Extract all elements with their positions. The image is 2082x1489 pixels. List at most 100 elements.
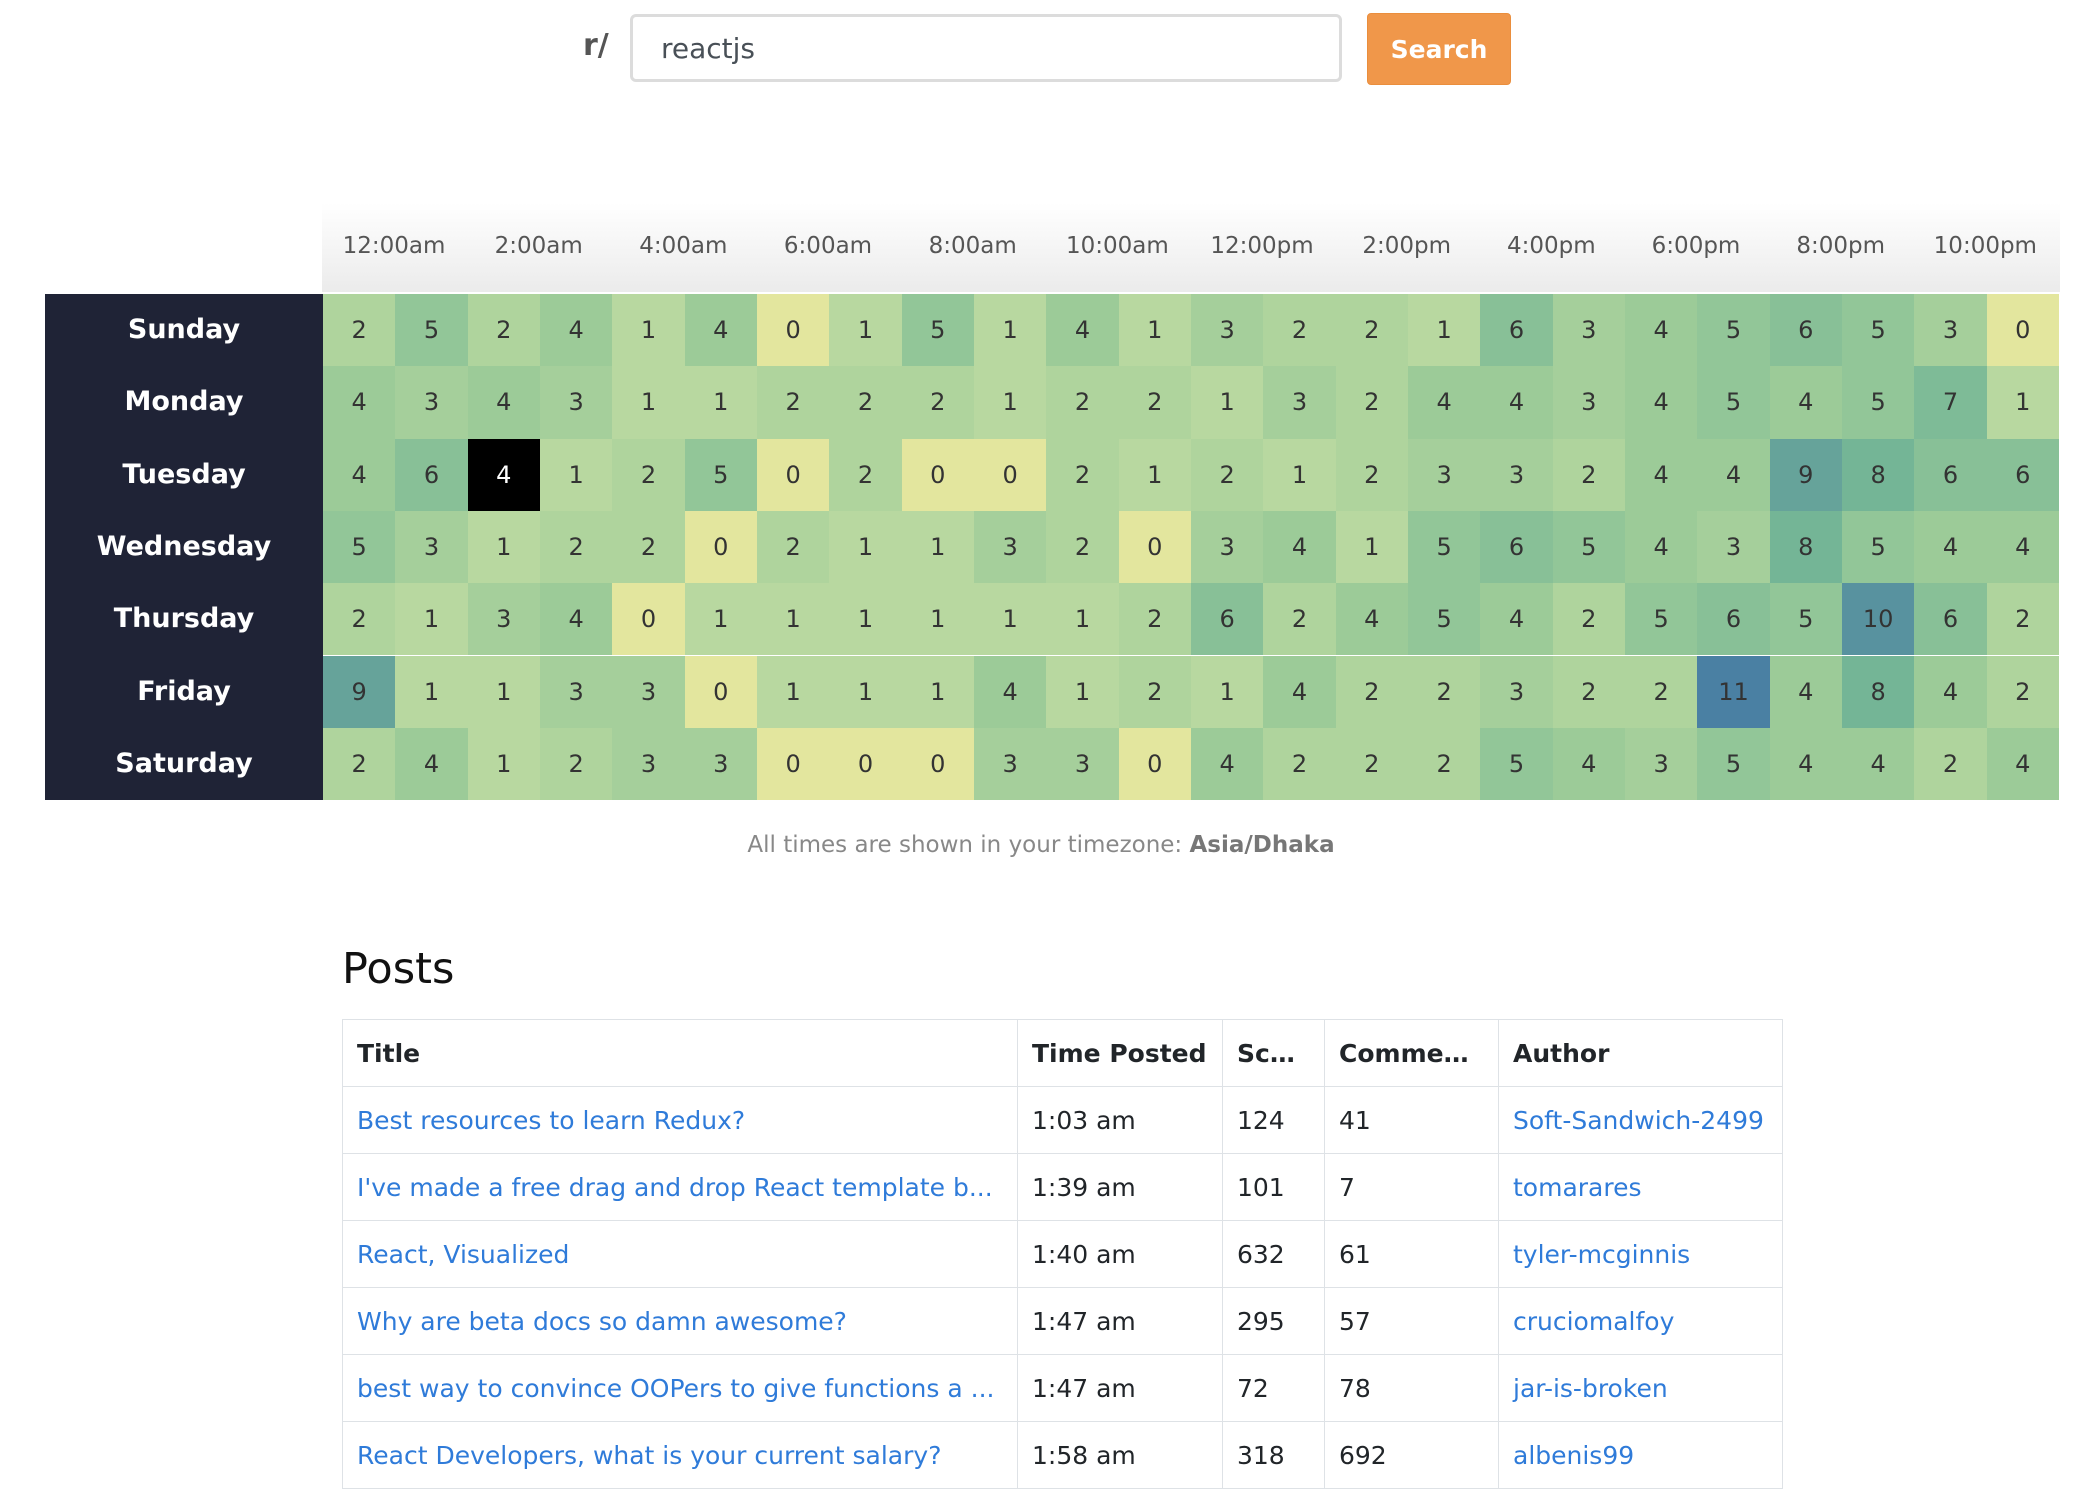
heatmap-cell[interactable]: 1 [1118,438,1191,511]
heatmap-cell[interactable]: 5 [395,294,468,367]
post-title-link[interactable]: React Developers, what is your current s… [357,1441,941,1470]
heatmap-cell[interactable]: 4 [1697,438,1770,511]
heatmap-cell[interactable]: 3 [1046,727,1119,801]
heatmap-cell[interactable]: 4 [1625,294,1698,367]
heatmap-cell[interactable]: 4 [467,438,540,511]
heatmap-cell[interactable]: 1 [974,583,1047,656]
heatmap-cell[interactable]: 2 [1335,294,1408,367]
heatmap-cell[interactable]: 5 [1408,583,1481,656]
heatmap-cell[interactable]: 2 [1335,366,1408,439]
heatmap-cell[interactable]: 3 [1552,294,1625,367]
author-link[interactable]: Soft-Sandwich-2499 [1513,1106,1764,1135]
heatmap-cell[interactable]: 2 [612,510,685,584]
heatmap-cell[interactable]: 0 [901,727,974,801]
heatmap-cell[interactable]: 2 [323,294,396,367]
heatmap-cell[interactable]: 2 [829,366,902,439]
heatmap-cell[interactable]: 1 [395,583,468,656]
heatmap-cell[interactable]: 4 [540,294,613,367]
author-link[interactable]: tyler-mcginnis [1513,1240,1690,1269]
heatmap-cell[interactable]: 6 [1191,583,1264,656]
heatmap-cell[interactable]: 3 [1480,438,1553,511]
heatmap-cell[interactable]: 2 [1408,727,1481,801]
heatmap-cell[interactable]: 0 [684,510,757,584]
heatmap-cell[interactable]: 2 [1263,583,1336,656]
author-link[interactable]: tomarares [1513,1173,1642,1202]
heatmap-cell[interactable]: 1 [1986,366,2059,439]
heatmap-cell[interactable]: 9 [1769,438,1842,511]
heatmap-cell[interactable]: 6 [1914,438,1987,511]
heatmap-cell[interactable]: 5 [1480,727,1553,801]
heatmap-cell[interactable]: 0 [612,583,685,656]
author-link[interactable]: albenis99 [1513,1441,1634,1470]
heatmap-cell[interactable]: 0 [829,727,902,801]
heatmap-cell[interactable]: 2 [1408,655,1481,728]
heatmap-cell[interactable]: 3 [1480,655,1553,728]
heatmap-cell[interactable]: 3 [1914,294,1987,367]
heatmap-cell[interactable]: 0 [757,727,830,801]
heatmap-cell[interactable]: 6 [1480,510,1553,584]
heatmap-cell[interactable]: 2 [1046,438,1119,511]
heatmap-cell[interactable]: 4 [1625,438,1698,511]
heatmap-cell[interactable]: 4 [1480,366,1553,439]
heatmap-cell[interactable]: 5 [1625,583,1698,656]
heatmap-cell[interactable]: 3 [395,510,468,584]
heatmap-cell[interactable]: 2 [1335,727,1408,801]
heatmap-cell[interactable]: 0 [1986,294,2059,367]
heatmap-cell[interactable]: 3 [1263,366,1336,439]
heatmap-cell[interactable]: 2 [540,510,613,584]
heatmap-cell[interactable]: 4 [1986,727,2059,801]
heatmap-cell[interactable]: 1 [974,294,1047,367]
heatmap-cell[interactable]: 10 [1842,583,1915,656]
heatmap-cell[interactable]: 3 [684,727,757,801]
heatmap-cell[interactable]: 4 [1263,655,1336,728]
heatmap-cell[interactable]: 4 [1769,655,1842,728]
heatmap-cell[interactable]: 4 [1046,294,1119,367]
heatmap-cell[interactable]: 4 [1769,727,1842,801]
heatmap-cell[interactable]: 1 [1335,510,1408,584]
heatmap-cell[interactable]: 2 [757,510,830,584]
heatmap-cell[interactable]: 5 [1697,727,1770,801]
heatmap-cell[interactable]: 4 [1408,366,1481,439]
heatmap-cell[interactable]: 2 [323,583,396,656]
heatmap-cell[interactable]: 4 [1914,510,1987,584]
heatmap-cell[interactable]: 0 [901,438,974,511]
heatmap-cell[interactable]: 1 [974,366,1047,439]
heatmap-cell[interactable]: 3 [974,510,1047,584]
heatmap-cell[interactable]: 4 [1552,727,1625,801]
post-title-link[interactable]: best way to convince OOPers to give func… [357,1374,994,1403]
heatmap-cell[interactable]: 2 [1046,510,1119,584]
heatmap-cell[interactable]: 2 [1986,655,2059,728]
heatmap-cell[interactable]: 3 [1625,727,1698,801]
heatmap-cell[interactable]: 4 [1842,727,1915,801]
author-link[interactable]: jar-is-broken [1513,1374,1668,1403]
heatmap-cell[interactable]: 4 [467,366,540,439]
heatmap-cell[interactable]: 1 [901,510,974,584]
heatmap-cell[interactable]: 5 [1769,583,1842,656]
heatmap-cell[interactable]: 4 [1986,510,2059,584]
heatmap-cell[interactable]: 2 [1118,655,1191,728]
heatmap-cell[interactable]: 1 [829,510,902,584]
heatmap-cell[interactable]: 3 [467,583,540,656]
heatmap-cell[interactable]: 2 [1914,727,1987,801]
heatmap-cell[interactable]: 2 [901,366,974,439]
heatmap-cell[interactable]: 1 [901,583,974,656]
heatmap-cell[interactable]: 3 [1697,510,1770,584]
heatmap-cell[interactable]: 4 [974,655,1047,728]
heatmap-cell[interactable]: 3 [612,727,685,801]
author-link[interactable]: cruciomalfoy [1513,1307,1674,1336]
heatmap-cell[interactable]: 1 [467,510,540,584]
heatmap-cell[interactable]: 5 [901,294,974,367]
heatmap-cell[interactable]: 0 [1118,727,1191,801]
heatmap-cell[interactable]: 3 [1408,438,1481,511]
heatmap-cell[interactable]: 3 [974,727,1047,801]
heatmap-cell[interactable]: 5 [1842,294,1915,367]
heatmap-cell[interactable]: 2 [1263,294,1336,367]
heatmap-cell[interactable]: 1 [1263,438,1336,511]
heatmap-cell[interactable]: 1 [540,438,613,511]
heatmap-cell[interactable]: 8 [1842,438,1915,511]
heatmap-cell[interactable]: 5 [1552,510,1625,584]
heatmap-cell[interactable]: 2 [1335,438,1408,511]
heatmap-cell[interactable]: 1 [901,655,974,728]
heatmap-cell[interactable]: 4 [684,294,757,367]
heatmap-cell[interactable]: 2 [1191,438,1264,511]
